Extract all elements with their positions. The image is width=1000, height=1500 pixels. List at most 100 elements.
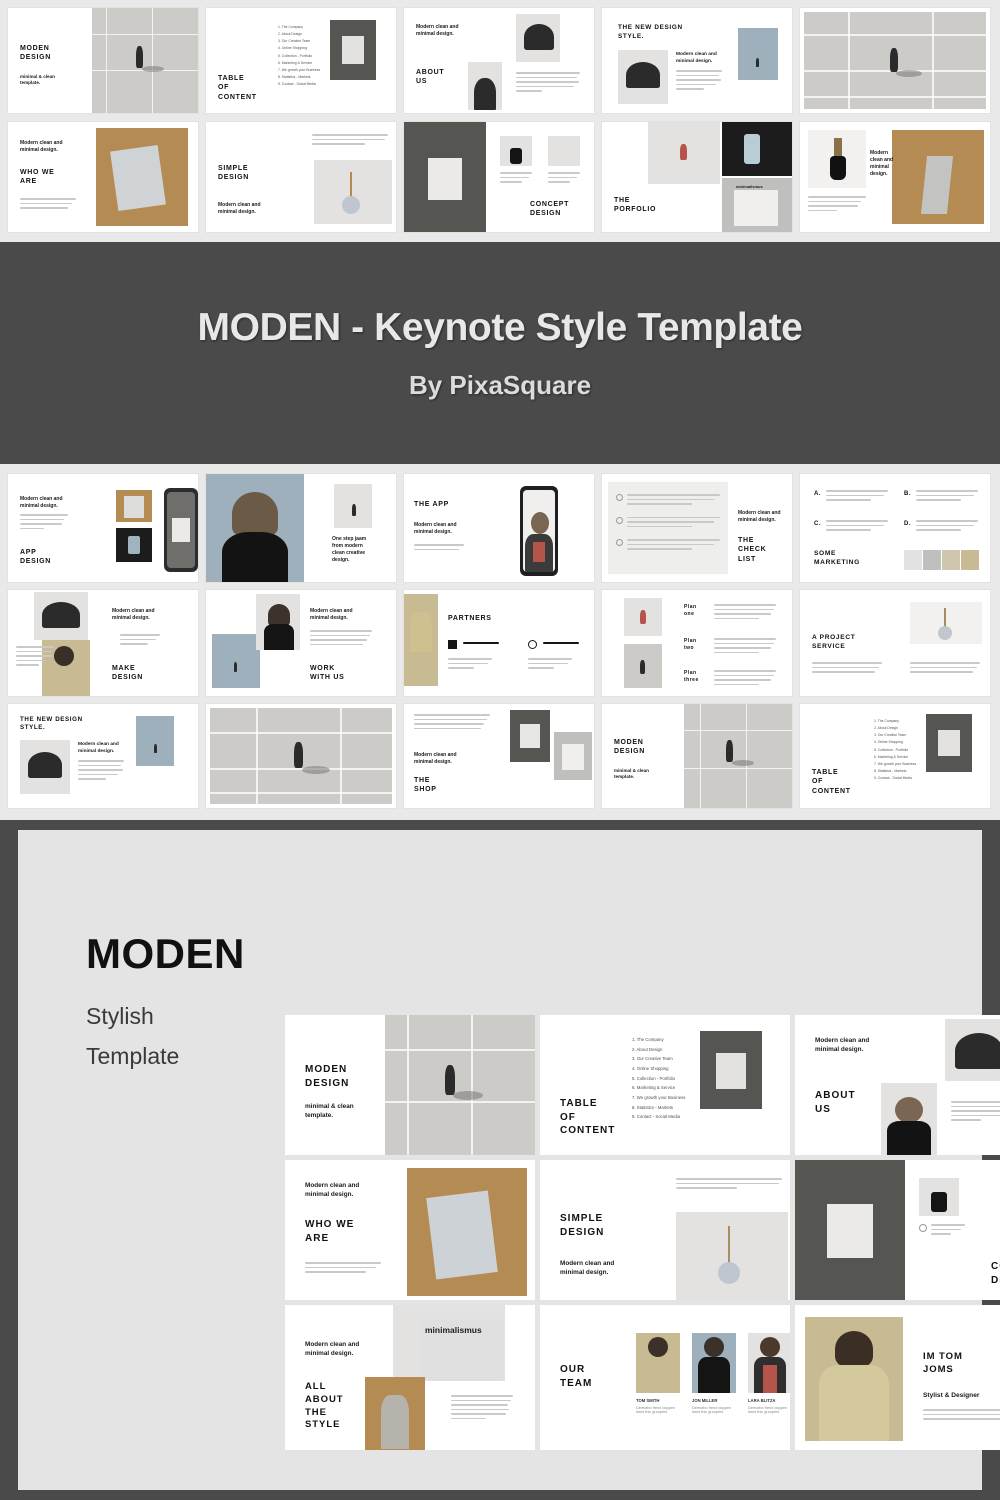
thumb-kicker2: minimal design. bbox=[738, 517, 776, 523]
team-member-name: JON MILLER bbox=[692, 1398, 718, 1403]
hero-slide-concept-design[interactable]: CON DES bbox=[795, 1160, 1000, 1300]
thumb-plans[interactable]: Plan one Plan two Plan three bbox=[602, 590, 792, 696]
thumb-kicker1: Modern clean and bbox=[416, 24, 459, 30]
thumb-concept-design[interactable]: CONCEPT DESIGN bbox=[404, 122, 594, 232]
thumb-work-with-us[interactable]: Modern clean and minimal design. WORK WI… bbox=[206, 590, 396, 696]
team-member-card[interactable]: JON MILLER Dereotbo frend doppen lares t… bbox=[692, 1333, 736, 1414]
thumb-table-of-content[interactable]: 1. The Company 2. About Design 3. Our Crea… bbox=[206, 8, 396, 113]
thumb-title2: DESIGN bbox=[112, 674, 144, 682]
hero-toc-title1: TABLE bbox=[560, 1098, 598, 1109]
thumb-caption3: clean creative bbox=[332, 550, 366, 556]
thumb-kicker1: Modern clean and bbox=[78, 742, 119, 747]
thumb-toc-items: 1. The Company 2. About Design 3. Our Crea… bbox=[278, 25, 321, 87]
team-member-name: TOM SMITH bbox=[636, 1398, 660, 1403]
team-member-role2: lares thic graupbm. bbox=[692, 1410, 725, 1414]
thumb-new-design-style[interactable]: THE NEW DESIGN STYLE. Modern clean and m… bbox=[602, 8, 792, 113]
thumb-title2: clean and bbox=[870, 157, 894, 163]
thumb-title1: PARTNERS bbox=[448, 615, 492, 622]
hero-slide-our-team[interactable]: OUR TEAM TOM SMITH Dereotbo frend doppen… bbox=[540, 1305, 790, 1450]
thumb-partners[interactable]: PARTNERS bbox=[404, 590, 594, 696]
thumb-title2: PORFOLIO bbox=[614, 206, 657, 214]
hero-panel: MODEN Stylish Template MODEN DESIGN mini… bbox=[18, 830, 1000, 1490]
thumb-new-design-style-2[interactable]: THE NEW DESIGN STYLE. Modern clean and m… bbox=[8, 704, 198, 808]
hero-slide-simple-design[interactable]: SIMPLE DESIGN Modern clean and minimal d… bbox=[540, 1160, 790, 1300]
top-thumbnail-strip: MODEN DESIGN minimal & clean template. 1… bbox=[0, 0, 1000, 242]
thumb-title2: CHECK bbox=[738, 546, 767, 554]
thumb-title1: THE NEW DESIGN bbox=[618, 24, 683, 31]
thumb-title1: CONCEPT bbox=[530, 201, 570, 208]
thumb-kicker1: Modern clean and bbox=[20, 140, 63, 146]
thumb-toc-title3: CONTENT bbox=[218, 93, 257, 101]
thumb-title2: MARKETING bbox=[814, 558, 860, 566]
thumb-kicker2: minimal design. bbox=[20, 503, 58, 509]
hero-slide-sub2: template. bbox=[305, 1111, 334, 1119]
team-member-card[interactable]: TOM SMITH Dereotbo frend doppen lares th… bbox=[636, 1333, 680, 1414]
thumb-table-of-content-2[interactable]: 1. The Company 2. About Design 3. Our Crea… bbox=[800, 704, 990, 808]
thumb-title1: Modern bbox=[870, 150, 889, 156]
hero-slide-table-of-content[interactable]: 1. The Company 2. About Design 3. Our Crea… bbox=[540, 1015, 790, 1155]
marker-d: D. bbox=[904, 521, 912, 527]
thumb-caption2: from modern bbox=[332, 543, 363, 549]
thumb-title1: MAKE bbox=[112, 665, 136, 672]
thumb-kicker1: Modern clean and bbox=[310, 608, 353, 614]
team-member-role2: lares thic graupbm. bbox=[748, 1410, 781, 1414]
hero-toc-title2: OF bbox=[560, 1111, 576, 1123]
thumb-portrait-and-quote[interactable]: One step jaam from modern clean creative… bbox=[206, 474, 396, 582]
thumb-kicker1: Modern clean and bbox=[676, 52, 717, 57]
thumb-moden-design-2[interactable]: MODEN DESIGN minimal & clean template. bbox=[602, 704, 792, 808]
thumb-the-app[interactable]: THE APP Modern clean and minimal design. bbox=[404, 474, 594, 582]
hero-slide-title2: US bbox=[815, 1103, 831, 1115]
thumb-title2: STYLE. bbox=[618, 32, 645, 40]
thumb-title1: THE bbox=[414, 777, 431, 784]
thumb-title1: THE APP bbox=[414, 501, 449, 508]
check-icon bbox=[616, 539, 623, 546]
thumb-kicker2: minimal design. bbox=[310, 615, 348, 621]
thumb-the-shop[interactable]: Modern clean and minimal design. THE SHO… bbox=[404, 704, 594, 808]
thumb-project-service[interactable]: A PROJECT SERVICE bbox=[800, 590, 990, 696]
hero-slide-all-about-style[interactable]: minimalismus Modern clean and minimal de… bbox=[285, 1305, 535, 1450]
team-member-role2: lares thic graupbm. bbox=[636, 1410, 669, 1414]
hero-caption-minimalismus: minimalismus bbox=[425, 1325, 482, 1335]
thumb-the-portfolio[interactable]: minimalismus THE PORFOLIO bbox=[602, 122, 792, 232]
team-member-card[interactable]: LARA BLITZA Dereotbo frend doppen lares … bbox=[748, 1333, 790, 1414]
thumb-make-design[interactable]: Modern clean and minimal design. MAKE DE… bbox=[8, 590, 198, 696]
thumb-full-photo[interactable] bbox=[206, 704, 396, 808]
hero-slide-title3: THE bbox=[305, 1406, 327, 1418]
partner-logo-icon bbox=[528, 640, 537, 649]
hero-brand: MODEN bbox=[86, 930, 245, 977]
thumb-style-shadow[interactable]: Modern clean and minimal design. bbox=[800, 122, 990, 232]
middle-thumbnail-gallery: Modern clean and minimal design. APP DES… bbox=[0, 464, 1000, 820]
hero-slide-kicker1: Modern clean and bbox=[815, 1037, 870, 1044]
marker-b: B. bbox=[904, 491, 912, 497]
hero-slide-moden-design[interactable]: MODEN DESIGN minimal & clean template. bbox=[285, 1015, 535, 1155]
thumb-kicker1: Modern clean and bbox=[414, 752, 457, 758]
thumb-title-line1: MODEN bbox=[20, 45, 50, 52]
thumb-kicker1: Modern clean and bbox=[20, 496, 63, 502]
thumb-who-we-are[interactable]: Modern clean and minimal design. WHO WE … bbox=[8, 122, 198, 232]
hero-slide-title2: ARE bbox=[305, 1232, 330, 1244]
thumb-kicker1: Modern clean and bbox=[738, 510, 781, 516]
thumb-title2: DESIGN bbox=[218, 174, 250, 182]
thumb-app-design[interactable]: Modern clean and minimal design. APP DES… bbox=[8, 474, 198, 582]
thumb-title1: THE bbox=[614, 197, 631, 204]
thumb-kicker2: minimal design. bbox=[414, 759, 452, 765]
thumb-photo-slide[interactable] bbox=[800, 8, 990, 113]
thumb-title2: DESIGN bbox=[614, 748, 646, 756]
hero-slide-about-us[interactable]: Modern clean and minimal design. ABOUT U… bbox=[795, 1015, 1000, 1155]
thumb-caption4: design. bbox=[332, 557, 350, 563]
thumb-sub2: template. bbox=[614, 774, 635, 780]
thumb-title1: THE NEW DESIGN bbox=[20, 716, 83, 723]
plan-value: one bbox=[684, 610, 695, 617]
thumb-some-marketing[interactable]: A. B. C. D. SOME MARKETING bbox=[800, 474, 990, 582]
hero-slide-who-we-are[interactable]: Modern clean and minimal design. WHO WE … bbox=[285, 1160, 535, 1300]
thumb-simple-design[interactable]: SIMPLE DESIGN Modern clean and minimal d… bbox=[206, 122, 396, 232]
hero-slide-title2: DESIGN bbox=[305, 1077, 350, 1089]
thumb-about-us[interactable]: Modern clean and minimal design. ABOUT U… bbox=[404, 8, 594, 113]
thumb-title1: WHO WE bbox=[20, 169, 55, 176]
thumb-moden-design[interactable]: MODEN DESIGN minimal & clean template. bbox=[8, 8, 198, 113]
hero-slide-title1: ABOUT bbox=[815, 1090, 856, 1101]
thumb-title2: ARE bbox=[20, 178, 37, 186]
thumb-check-list[interactable]: Modern clean and minimal design. THE CHE… bbox=[602, 474, 792, 582]
hero-slide-profile[interactable]: IM TOM JOMS Stylist & Designer bbox=[795, 1305, 1000, 1450]
thumb-toc-title1: TABLE bbox=[218, 75, 245, 82]
